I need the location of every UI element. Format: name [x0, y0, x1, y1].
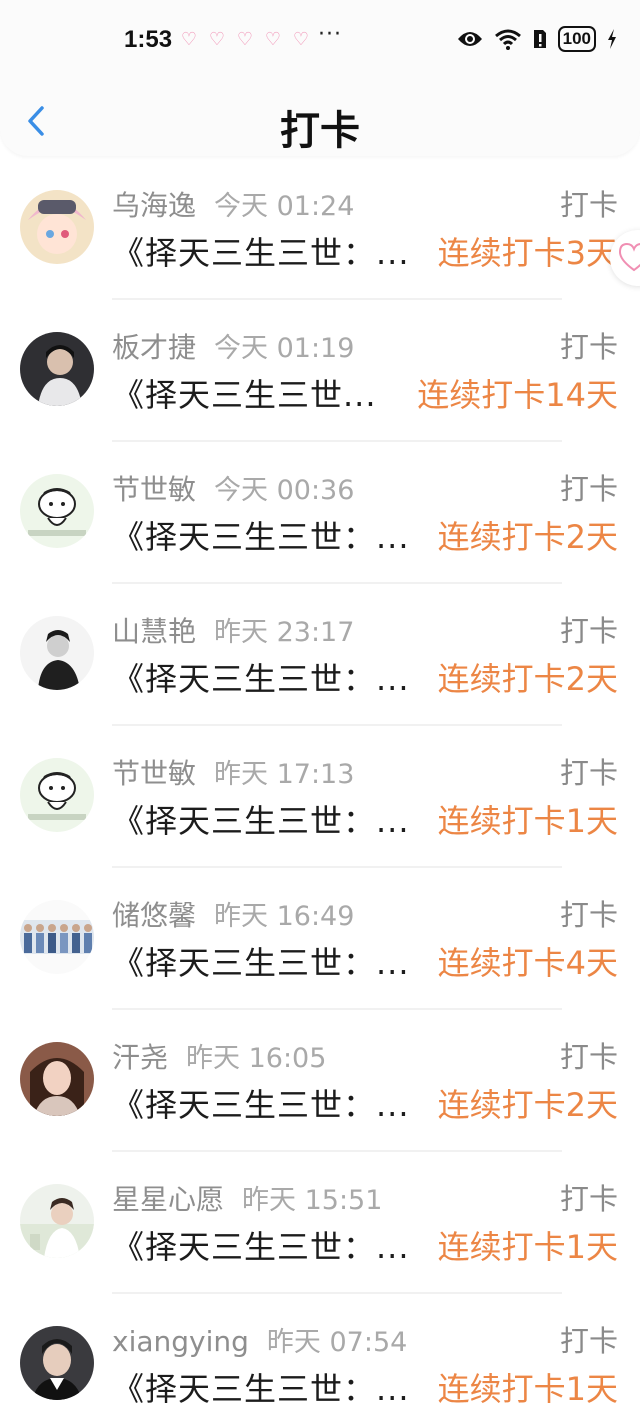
avatar[interactable] [20, 1042, 94, 1116]
checkin-label: 打卡 [559, 330, 618, 364]
avatar[interactable] [20, 900, 94, 974]
checkin-content: 《择天三生三世：... 连续打卡2天 [112, 656, 618, 702]
streak-text: 连续打卡2天 [437, 660, 618, 698]
checkin-time: 昨天 16:49 [214, 901, 355, 932]
eye-icon [457, 32, 482, 46]
checkin-label: 打卡 [559, 188, 618, 222]
status-icons: 100 [456, 26, 618, 52]
book-title: 《择天三生三世：... [112, 1086, 410, 1124]
more-notifications-icon: ··· [318, 22, 342, 47]
list-item[interactable]: 节世敏 今天 00:36 打卡 《择天三生三世：... 连续打卡2天 [0, 442, 640, 584]
streak-text: 连续打卡1天 [437, 802, 618, 840]
checkin-list: 乌海逸 今天 01:24 打卡 《择天三生三世：... 连续打卡3天 板才捷 今天 … [0, 158, 640, 1408]
avatar[interactable] [20, 190, 94, 264]
top-bar: 1:53 ♡ ♡ ♡ ♡ ♡ ··· 100 打卡 [0, 0, 640, 156]
streak-text: 连续打卡2天 [437, 1086, 618, 1124]
checkin-content: 《择天三生三世... 连续打卡14天 [112, 372, 618, 418]
notification-icons: ♡ ♡ ♡ ♡ ♡ [178, 30, 312, 50]
book-title: 《择天三生三世：... [112, 944, 410, 982]
list-item[interactable]: 板才捷 今天 01:19 打卡 《择天三生三世... 连续打卡14天 [0, 300, 640, 442]
wifi-icon [494, 29, 521, 50]
list-item[interactable]: 星星心愿 昨天 15:51 打卡 《择天三生三世：... 连续打卡1天 [0, 1152, 640, 1294]
user-name: 储悠馨 昨天 16:49 [112, 899, 355, 932]
page-title: 打卡 [280, 108, 360, 154]
checkin-label: 打卡 [559, 1324, 618, 1358]
avatar[interactable] [20, 332, 94, 406]
book-title: 《择天三生三世... [112, 376, 377, 414]
book-title: 《择天三生三世：... [112, 660, 410, 698]
checkin-time: 今天 00:36 [214, 475, 355, 506]
book-title: 《择天三生三世：... [112, 1228, 410, 1266]
list-item[interactable]: xiangying 昨天 07:54 打卡 《择天三生三世：... 连续打卡1天 [0, 1294, 640, 1408]
avatar[interactable] [20, 616, 94, 690]
checkin-content: 《择天三生三世：... 连续打卡1天 [112, 1224, 618, 1270]
battery-indicator: 100 [557, 26, 596, 52]
checkin-content: 《择天三生三世：... 连续打卡1天 [112, 798, 618, 844]
checkin-time: 昨天 07:54 [266, 1327, 408, 1358]
heart-icon: ♡ [208, 29, 226, 50]
streak-text: 连续打卡2天 [437, 518, 618, 556]
avatar[interactable] [20, 1184, 94, 1258]
streak-text: 连续打卡1天 [437, 1370, 618, 1408]
user-name: 节世敏 昨天 17:13 [112, 757, 355, 790]
floating-heart-icon [618, 242, 640, 272]
avatar[interactable] [20, 474, 94, 548]
streak-text: 连续打卡14天 [417, 376, 618, 414]
user-name: 板才捷 今天 01:19 [112, 331, 355, 364]
list-item[interactable]: 节世敏 昨天 17:13 打卡 《择天三生三世：... 连续打卡1天 [0, 726, 640, 868]
list-item[interactable]: 汗尧 昨天 16:05 打卡 《择天三生三世：... 连续打卡2天 [0, 1010, 640, 1152]
checkin-label: 打卡 [559, 756, 618, 790]
checkin-label: 打卡 [559, 472, 618, 506]
list-item[interactable]: 乌海逸 今天 01:24 打卡 《择天三生三世：... 连续打卡3天 [0, 158, 640, 300]
heart-icon: ♡ [236, 29, 254, 50]
avatar[interactable] [20, 758, 94, 832]
checkin-content: 《择天三生三世：... 连续打卡3天 [112, 230, 618, 276]
checkin-content: 《择天三生三世：... 连续打卡2天 [112, 1082, 618, 1128]
book-title: 《择天三生三世：... [112, 234, 410, 272]
heart-icon: ♡ [292, 29, 310, 50]
book-title: 《择天三生三世：... [112, 518, 410, 556]
list-item[interactable]: 储悠馨 昨天 16:49 打卡 《择天三生三世：... 连续打卡4天 [0, 868, 640, 1010]
charging-icon [608, 29, 616, 49]
book-title: 《择天三生三世：... [112, 802, 410, 840]
user-name: 乌海逸 今天 01:24 [112, 189, 355, 222]
checkin-time: 今天 01:24 [214, 191, 355, 222]
checkin-label: 打卡 [559, 1040, 618, 1074]
checkin-content: 《择天三生三世：... 连续打卡4天 [112, 940, 618, 986]
checkin-time: 昨天 16:05 [186, 1043, 327, 1074]
checkin-time: 今天 01:19 [214, 333, 355, 364]
checkin-time: 昨天 23:17 [214, 617, 355, 648]
user-name: 星星心愿 昨天 15:51 [112, 1183, 383, 1216]
user-name: xiangying 昨天 07:54 [112, 1325, 408, 1358]
user-name: 节世敏 今天 00:36 [112, 473, 355, 506]
checkin-label: 打卡 [559, 898, 618, 932]
checkin-time: 昨天 15:51 [242, 1185, 383, 1216]
floating-assistant-button[interactable] [610, 230, 640, 286]
streak-text: 连续打卡4天 [437, 944, 618, 982]
user-name: 山慧艳 昨天 23:17 [112, 615, 355, 648]
streak-text: 连续打卡1天 [437, 1228, 618, 1266]
heart-icon: ♡ [180, 29, 198, 50]
checkin-label: 打卡 [559, 614, 618, 648]
user-name: 汗尧 昨天 16:05 [112, 1041, 327, 1074]
checkin-label: 打卡 [559, 1182, 618, 1216]
checkin-time: 昨天 17:13 [214, 759, 355, 790]
sim-alert-icon [533, 30, 546, 48]
status-time: 1:53 [124, 26, 173, 53]
checkin-content: 《择天三生三世：... 连续打卡1天 [112, 1366, 618, 1408]
book-title: 《择天三生三世：... [112, 1370, 410, 1408]
list-item[interactable]: 山慧艳 昨天 23:17 打卡 《择天三生三世：... 连续打卡2天 [0, 584, 640, 726]
avatar[interactable] [20, 1326, 94, 1400]
checkin-content: 《择天三生三世：... 连续打卡2天 [112, 514, 618, 560]
heart-icon: ♡ [264, 29, 282, 50]
streak-text: 连续打卡3天 [437, 234, 618, 272]
